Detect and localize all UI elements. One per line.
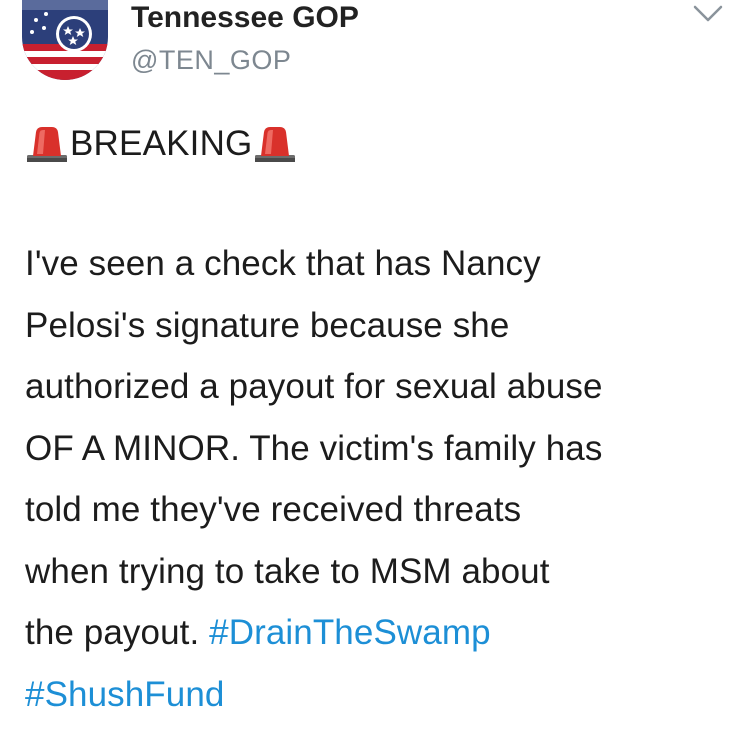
tweet-text-fragment: the payout. [25,613,210,652]
tweet-text-line: when trying to take to MSM about [25,551,550,591]
author-display-name[interactable]: Tennessee GOP [131,0,359,36]
tweet-text-line-with-hashtag: the payout. #DrainTheSwamp [25,602,740,664]
tweet-text-line: Pelosi's signature because she [25,305,510,345]
rotating-light-emoji-icon [27,127,67,162]
hashtag-link-shush-fund[interactable]: #ShushFund [25,675,224,714]
avatar-image [22,0,108,80]
tennessee-flag-avatar-icon[interactable] [22,0,108,80]
tweet-body: I've seen a check that has Nancy Pelosi'… [25,233,740,725]
tweet-text-line-with-hashtag: #ShushFund [25,664,740,726]
tweet-heading: BREAKING [25,122,297,166]
chevron-down-icon[interactable] [692,4,724,24]
hashtag-link-drain-the-swamp[interactable]: #DrainTheSwamp [209,613,491,652]
rotating-light-emoji-icon [255,127,296,162]
tweet-text-line: authorized a payout for sexual abuse [25,367,603,406]
tweet-card: Tennessee GOP @TEN_GOP BREAKING I've see… [0,0,746,743]
tweet-text-line: OF A MINOR. The victim's family has [25,428,603,468]
breaking-label: BREAKING [70,124,253,163]
tweet-text-line: told me they've received threats [25,490,522,529]
tweet-text-line: I've seen a check that has Nancy [25,244,541,283]
author-handle[interactable]: @TEN_GOP [131,44,291,76]
